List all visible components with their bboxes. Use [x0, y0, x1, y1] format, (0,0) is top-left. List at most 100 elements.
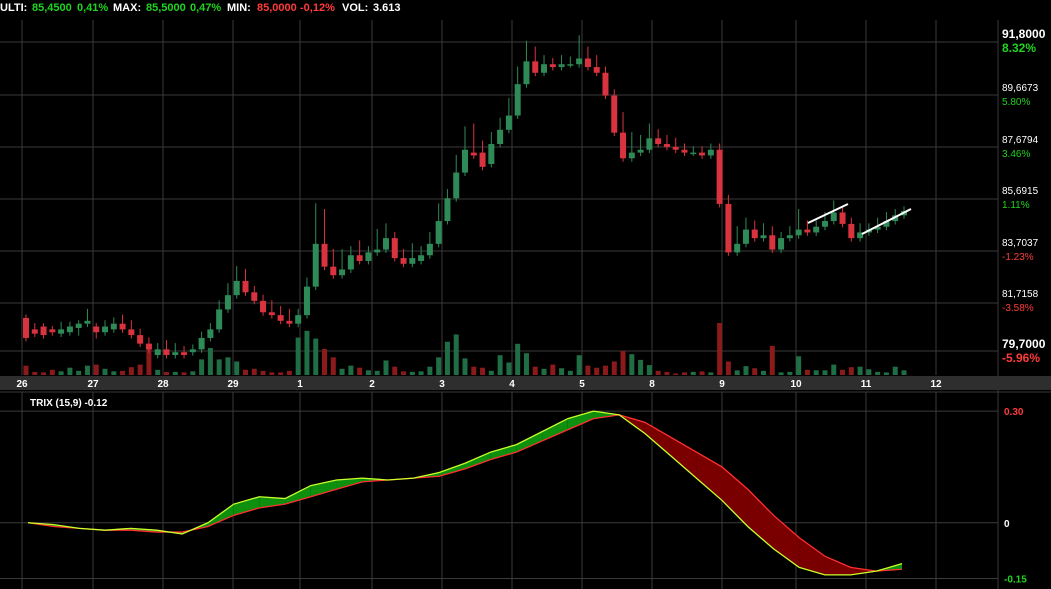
candle-body	[189, 349, 196, 353]
volume-bar	[734, 370, 740, 375]
min-change: -0,12%	[300, 2, 335, 14]
candle-body	[181, 352, 188, 356]
volume-bar	[743, 366, 749, 375]
volume-bar	[532, 366, 538, 375]
volume-bar	[594, 367, 600, 375]
volume-bar	[322, 349, 328, 375]
x-tick-label: 2	[369, 379, 375, 390]
candle-body	[681, 149, 688, 153]
candle-body	[251, 292, 258, 301]
vol-label: VOL:	[342, 2, 368, 14]
x-tick-label: 26	[16, 379, 28, 390]
candle-body	[778, 238, 785, 250]
volume-bar	[576, 355, 582, 375]
candle-body	[699, 152, 706, 156]
candle-body	[312, 243, 319, 287]
candle-body	[444, 198, 451, 222]
volume-bar	[93, 364, 99, 375]
volume-bar	[620, 351, 626, 375]
candle-body	[110, 323, 117, 330]
candle-body	[646, 138, 653, 150]
volume-bar	[76, 370, 82, 375]
volume-bar	[638, 359, 644, 375]
candle-body	[584, 58, 591, 68]
percent-tick-label: 3.46%	[1002, 149, 1030, 160]
volume-bar	[690, 371, 696, 375]
volume-bar	[225, 357, 231, 375]
candle-body	[303, 286, 310, 316]
candle-body	[725, 203, 732, 253]
volume-bar	[58, 371, 64, 375]
candle-body	[462, 149, 468, 173]
volume-bar	[190, 371, 196, 375]
candle-body	[839, 212, 846, 224]
volume-bar	[137, 364, 143, 375]
candle-body	[154, 349, 161, 356]
volume-bar	[418, 371, 424, 375]
volume-bar	[128, 367, 134, 375]
candle-body	[576, 58, 583, 65]
percent-tick-label: 8.32%	[1002, 41, 1036, 55]
candle-body	[198, 337, 205, 350]
volume-bar	[866, 369, 872, 375]
price-tick-label: 79,7000	[1002, 337, 1046, 351]
volume-bar	[796, 356, 802, 375]
candle-body	[707, 149, 714, 156]
candle-body	[286, 320, 293, 324]
volume-bar	[682, 372, 687, 375]
trix-tick-label: -0.15	[1004, 575, 1027, 586]
candle-body	[409, 258, 416, 264]
x-tick-label: 11	[861, 379, 872, 390]
candle-body	[268, 312, 275, 316]
price-tick-label: 91,8000	[1002, 27, 1046, 41]
volume-bar	[401, 371, 407, 375]
candle-body	[620, 132, 627, 159]
candle-body	[734, 243, 741, 253]
candle-body	[523, 61, 530, 85]
max-label: MAX:	[113, 2, 141, 14]
volume-bar	[629, 354, 635, 375]
candle-body	[453, 172, 460, 199]
volume-bar	[207, 347, 213, 375]
candle-body	[505, 115, 512, 130]
x-tick-label: 9	[719, 379, 725, 390]
candle-body	[655, 138, 662, 145]
volume-bar	[234, 361, 240, 375]
volume-bar	[752, 368, 758, 375]
volume-bar	[339, 368, 345, 375]
candle-body	[23, 317, 29, 338]
candle-body	[216, 309, 223, 330]
volume-bar	[883, 372, 889, 375]
min-label: MIN:	[227, 2, 251, 14]
candle-body	[49, 329, 56, 333]
x-tick-label: 3	[439, 379, 445, 390]
candle-body	[497, 129, 504, 145]
volume-bar	[243, 369, 248, 375]
candle-body	[479, 152, 486, 167]
candle-body	[172, 352, 179, 356]
x-tick-label: 27	[87, 379, 99, 390]
x-tick-label: 1	[297, 379, 303, 390]
x-tick-label: 5	[579, 379, 585, 390]
candle-body	[93, 326, 100, 333]
candle-body	[330, 266, 337, 276]
volume-bar	[348, 365, 354, 375]
candle-body	[75, 323, 82, 328]
candle-body	[786, 235, 793, 239]
vol-value: 3.613	[373, 2, 401, 14]
volume-bar	[295, 337, 301, 375]
last-label: ULTI:	[0, 2, 27, 14]
volume-bar	[462, 358, 468, 375]
last-value: 85,4500	[32, 2, 72, 14]
candle-body	[742, 229, 749, 244]
candle-body	[637, 149, 644, 153]
x-tick-label: 4	[509, 379, 515, 390]
volume-bar	[216, 359, 222, 375]
percent-tick-label: -3.58%	[1002, 303, 1034, 314]
volume-bar	[383, 360, 389, 375]
volume-bar	[49, 369, 55, 375]
volume-bar	[172, 371, 178, 375]
candle-body	[145, 343, 152, 350]
volume-bar	[427, 366, 433, 375]
trix-title: TRIX (15,9) -0.12	[30, 398, 108, 409]
